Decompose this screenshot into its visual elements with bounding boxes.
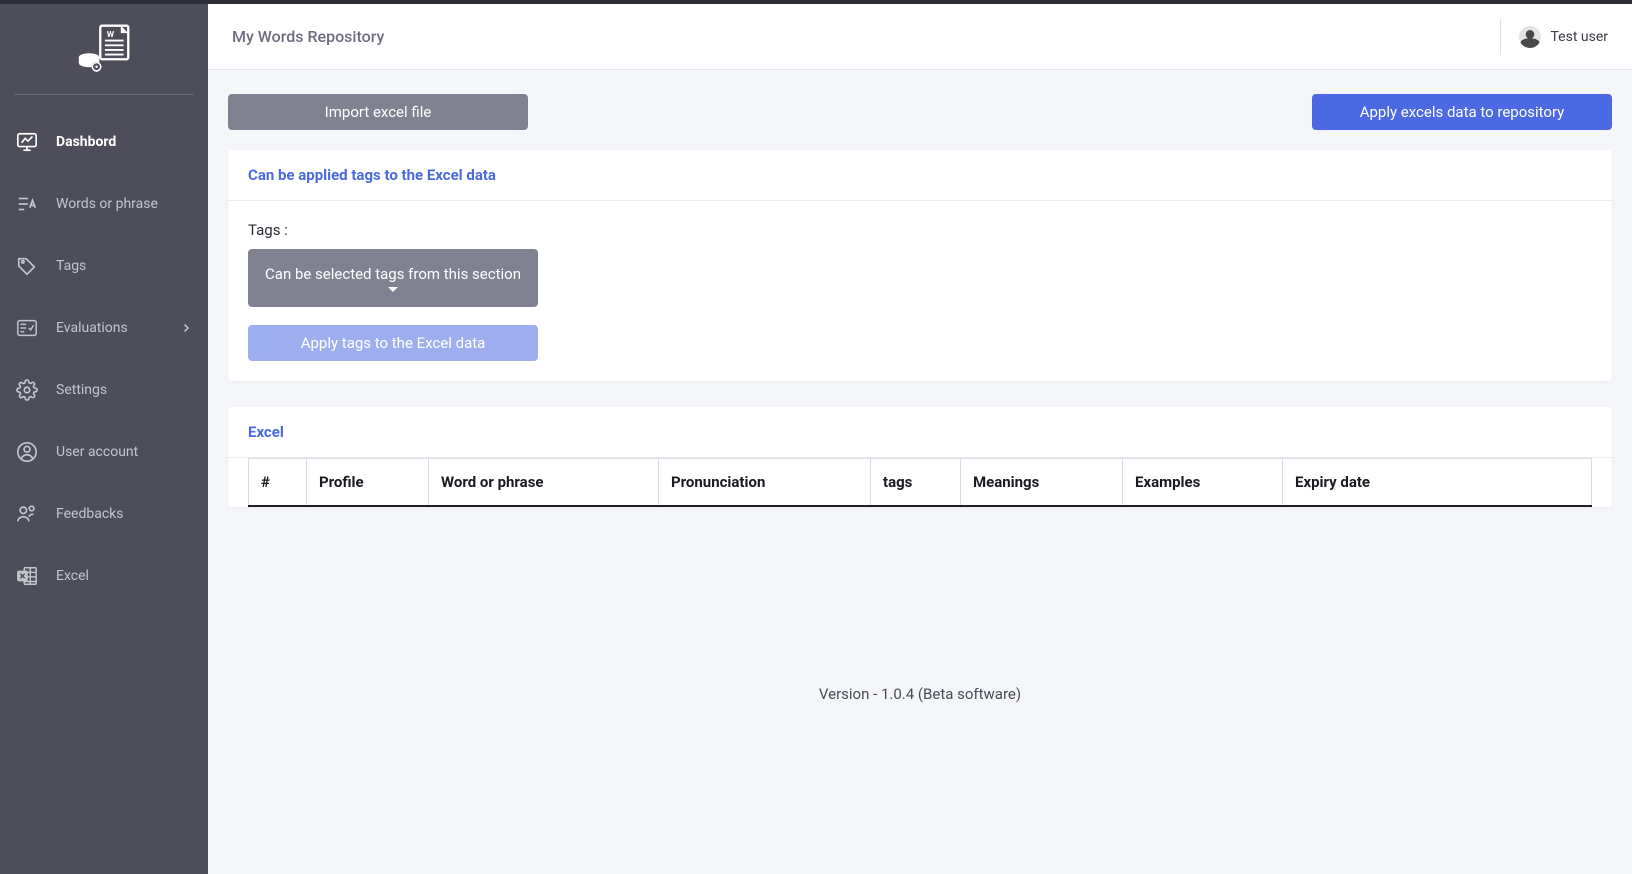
evaluations-icon bbox=[16, 317, 38, 339]
tags-label: Tags : bbox=[248, 221, 1592, 239]
sidebar-item-evaluations[interactable]: Evaluations bbox=[0, 297, 208, 359]
topbar: My Words Repository Test user bbox=[208, 4, 1632, 70]
sidebar-item-label: Evaluations bbox=[56, 320, 128, 336]
svg-text:W: W bbox=[107, 30, 115, 40]
tags-card-title: Can be applied tags to the Excel data bbox=[228, 150, 1612, 201]
gear-icon bbox=[16, 379, 38, 401]
user-menu[interactable]: Test user bbox=[1519, 26, 1609, 48]
tags-dropdown[interactable]: Can be selected tags from this section bbox=[248, 249, 538, 307]
sidebar-item-label: Dashbord bbox=[56, 134, 116, 150]
dashboard-icon bbox=[16, 131, 38, 153]
caret-down-icon bbox=[388, 287, 398, 292]
sidebar-item-excel[interactable]: Excel bbox=[0, 545, 208, 607]
col-tags: tags bbox=[871, 459, 961, 507]
col-pronunciation: Pronunciation bbox=[659, 459, 871, 507]
words-icon bbox=[16, 193, 38, 215]
excel-card-title: Excel bbox=[228, 407, 1612, 458]
app-logo: W bbox=[0, 4, 208, 94]
user-icon bbox=[16, 441, 38, 463]
col-examples: Examples bbox=[1123, 459, 1283, 507]
col-expiry: Expiry date bbox=[1283, 459, 1592, 507]
col-meanings: Meanings bbox=[961, 459, 1123, 507]
tags-dropdown-placeholder: Can be selected tags from this section bbox=[265, 265, 521, 283]
sidebar-item-words[interactable]: Words or phrase bbox=[0, 173, 208, 235]
sidebar-item-feedbacks[interactable]: Feedbacks bbox=[0, 483, 208, 545]
sidebar-item-dashboard[interactable]: Dashbord bbox=[0, 111, 208, 173]
excel-card: Excel # Profile Word or phrase Pronuncia… bbox=[228, 407, 1612, 507]
sidebar-item-user-account[interactable]: User account bbox=[0, 421, 208, 483]
excel-icon bbox=[16, 565, 38, 587]
app-logo-icon: W bbox=[76, 22, 132, 76]
col-profile: Profile bbox=[307, 459, 429, 507]
tag-icon bbox=[16, 255, 38, 277]
chevron-right-icon bbox=[180, 322, 192, 334]
sidebar-nav: Dashbord Words or phrase bbox=[0, 95, 208, 607]
tags-card: Can be applied tags to the Excel data Ta… bbox=[228, 150, 1612, 381]
sidebar-item-tags[interactable]: Tags bbox=[0, 235, 208, 297]
topbar-separator bbox=[1500, 19, 1501, 55]
user-name: Test user bbox=[1551, 29, 1609, 45]
col-word: Word or phrase bbox=[429, 459, 659, 507]
sidebar: W bbox=[0, 4, 208, 874]
footer-version: Version - 1.0.4 (Beta software) bbox=[228, 667, 1612, 729]
import-excel-button[interactable]: Import excel file bbox=[228, 94, 528, 130]
excel-table: # Profile Word or phrase Pronunciation t… bbox=[248, 458, 1592, 507]
sidebar-item-label: Feedbacks bbox=[56, 506, 123, 522]
sidebar-item-label: Words or phrase bbox=[56, 196, 158, 212]
col-index: # bbox=[249, 459, 307, 507]
sidebar-item-label: Settings bbox=[56, 382, 107, 398]
sidebar-item-settings[interactable]: Settings bbox=[0, 359, 208, 421]
page-title: My Words Repository bbox=[232, 27, 384, 46]
sidebar-item-label: User account bbox=[56, 444, 138, 460]
feedback-icon bbox=[16, 503, 38, 525]
avatar-icon bbox=[1519, 26, 1541, 48]
sidebar-item-label: Tags bbox=[56, 258, 86, 274]
apply-to-repository-button[interactable]: Apply excels data to repository bbox=[1312, 94, 1612, 130]
apply-tags-button[interactable]: Apply tags to the Excel data bbox=[248, 325, 538, 361]
sidebar-item-label: Excel bbox=[56, 568, 89, 584]
